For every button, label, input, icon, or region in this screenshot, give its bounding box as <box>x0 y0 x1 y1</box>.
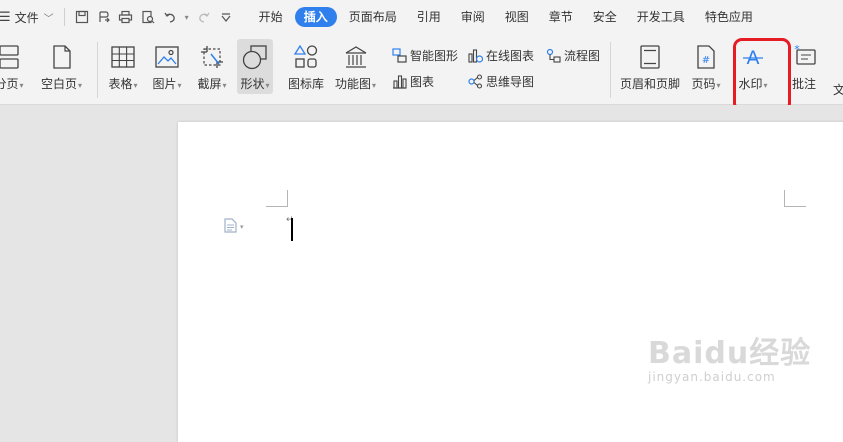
chevron-down-icon: ﹀ <box>43 13 54 25</box>
print-preview-icon[interactable] <box>137 6 159 28</box>
file-menu-button[interactable]: ☰ 文件 ﹀ <box>0 0 58 34</box>
page-break-button[interactable]: 分页▾ <box>0 42 24 92</box>
mind-map-label: 思维导图 <box>486 75 535 89</box>
picture-button[interactable]: 图片▾ <box>152 42 182 92</box>
hamburger-icon: ☰ <box>0 9 11 25</box>
chart-button[interactable]: 图表 <box>391 73 434 90</box>
comment-icon: * <box>789 42 819 72</box>
chevron-down-icon: ▾ <box>240 223 244 231</box>
divider <box>63 8 65 26</box>
online-chart-label: 在线图表 <box>486 49 535 63</box>
margin-corner-top-right <box>784 190 806 207</box>
tab-security[interactable]: 安全 <box>583 7 627 27</box>
print-icon[interactable] <box>115 6 137 28</box>
page-number-icon: # <box>691 42 721 72</box>
watermark-icon: A <box>738 42 768 72</box>
tab-insert[interactable]: 插入 <box>294 7 337 27</box>
online-chart-button[interactable]: 在线图表 <box>467 47 534 64</box>
margin-corner-top-left <box>266 190 288 207</box>
svg-text:*: * <box>794 44 800 56</box>
picture-label: 图片 <box>152 77 177 91</box>
page-break-label: 分页 <box>0 77 19 91</box>
header-footer-button[interactable]: 页眉和页脚 <box>620 42 680 92</box>
divider <box>610 42 611 98</box>
function-chart-button[interactable]: 功能图▾ <box>335 42 376 92</box>
header-footer-label: 页眉和页脚 <box>620 77 681 91</box>
watermark-button[interactable]: A 水印▾ <box>738 42 768 92</box>
mind-map-button[interactable]: 思维导图 <box>467 73 534 90</box>
tab-developer[interactable]: 开发工具 <box>627 7 695 27</box>
picture-icon <box>152 42 182 72</box>
comment-button[interactable]: * 批注 <box>789 42 819 92</box>
table-icon <box>108 42 138 72</box>
smart-art-button[interactable]: 智能图形 <box>391 47 458 64</box>
shape-label: 形状 <box>240 77 265 91</box>
icon-library-label: 图标库 <box>288 77 325 91</box>
function-chart-icon <box>341 42 371 72</box>
page-number-button[interactable]: # 页码▾ <box>691 42 721 92</box>
blank-page-label: 空白页 <box>41 77 78 91</box>
paragraph-menu-button[interactable]: ▾ <box>224 218 244 236</box>
watermark-label: 水印 <box>738 77 763 91</box>
bar-chart-icon <box>391 74 407 90</box>
brand-watermark-line2: jingyan.baidu.com <box>648 370 776 384</box>
svg-text:#: # <box>702 55 710 66</box>
blank-page-button[interactable]: 空白页▾ <box>41 42 82 92</box>
file-menu-label: 文件 <box>14 10 39 25</box>
flowchart-icon <box>545 48 561 64</box>
mind-map-icon <box>467 74 483 90</box>
brand-watermark: Baidu经验 jingyan.baidu.com <box>648 328 811 384</box>
table-button[interactable]: 表格▾ <box>108 42 138 92</box>
quick-access-toolbar: ▾ <box>71 6 237 28</box>
tab-home[interactable]: 开始 <box>249 7 293 27</box>
text-box-label: 文 <box>833 83 843 97</box>
screenshot-button[interactable]: 截屏▾ <box>197 42 227 92</box>
icon-library-button[interactable]: 图标库 <box>288 42 324 92</box>
customize-toolbar-icon[interactable] <box>215 6 237 28</box>
shape-icon <box>240 42 270 72</box>
undo-icon[interactable] <box>159 6 181 28</box>
redo-icon[interactable] <box>193 6 215 28</box>
online-chart-icon <box>467 48 483 64</box>
smart-art-label: 智能图形 <box>410 49 459 63</box>
tab-review[interactable]: 审阅 <box>451 7 495 27</box>
document-page[interactable]: ▾ ↵ <box>178 122 843 442</box>
tab-view[interactable]: 视图 <box>495 7 539 27</box>
shape-button[interactable]: 形状▾ <box>237 39 273 94</box>
flowchart-label: 流程图 <box>564 49 601 63</box>
icon-library-icon <box>291 42 321 72</box>
divider <box>97 42 98 98</box>
text-box-button[interactable]: 文 <box>833 78 843 98</box>
save-icon[interactable] <box>71 6 93 28</box>
ribbon-tabs: 开始 插入 页面布局 引用 审阅 视图 章节 安全 开发工具 特色应用 <box>249 7 763 27</box>
screenshot-icon <box>197 42 227 72</box>
page-break-icon <box>0 42 24 72</box>
comment-label: 批注 <box>791 77 816 91</box>
brand-watermark-line1: Baidu经验 <box>648 336 812 371</box>
export-icon[interactable] <box>93 6 115 28</box>
table-label: 表格 <box>108 77 133 91</box>
page-number-label: 页码 <box>691 77 716 91</box>
screenshot-label: 截屏 <box>197 77 222 91</box>
function-chart-label: 功能图 <box>335 77 372 91</box>
tab-special-apps[interactable]: 特色应用 <box>695 7 763 27</box>
text-cursor <box>291 218 293 241</box>
flowchart-button[interactable]: 流程图 <box>545 47 600 64</box>
chart-label: 图表 <box>410 75 435 89</box>
smart-art-icon <box>391 48 407 64</box>
blank-page-icon <box>47 42 77 72</box>
document-icon <box>224 218 237 236</box>
tab-page-layout[interactable]: 页面布局 <box>339 7 407 27</box>
header-footer-icon <box>635 42 665 72</box>
tab-section[interactable]: 章节 <box>539 7 583 27</box>
tab-references[interactable]: 引用 <box>407 7 451 27</box>
undo-dropdown-icon[interactable]: ▾ <box>181 6 193 28</box>
ribbon-insert: 分页▾ 空白页▾ 表格▾ 图片▾ 截屏▾ 形状▾ 图标库 功能图▾ 智能图形 图… <box>0 34 843 105</box>
menu-bar: ☰ 文件 ﹀ ▾ 开始 插入 页面布局 引用 审阅 视图 章节 安全 开发工具 … <box>0 0 843 34</box>
